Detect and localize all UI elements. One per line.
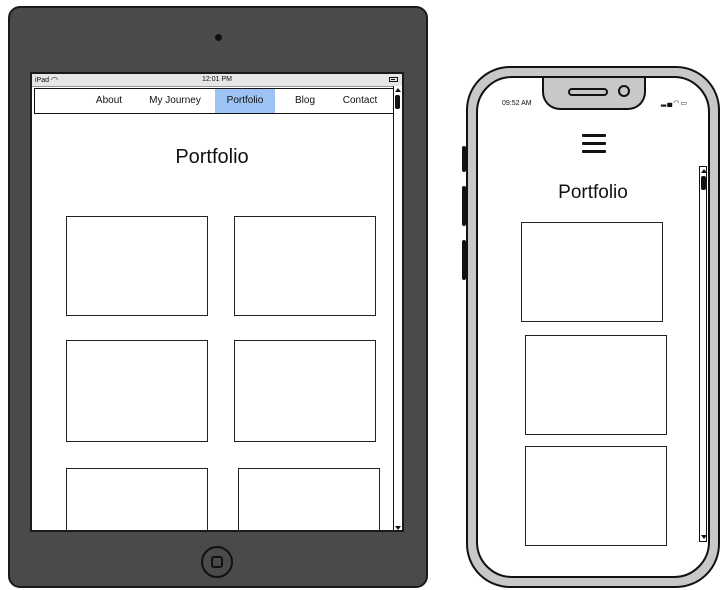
phone-screen: 09:52 AM ▂▄◠▭ Portfolio [476, 76, 710, 578]
status-time: 12:01 PM [202, 76, 232, 83]
scroll-up-arrow-icon[interactable] [701, 169, 707, 173]
tablet-screen: iPad ◠ 12:01 PM About My Journey Portfoli… [30, 72, 404, 532]
phone-side-button [462, 240, 466, 280]
tablet-camera [215, 34, 222, 41]
home-button[interactable] [201, 546, 233, 578]
scroll-thumb[interactable] [701, 176, 706, 190]
portfolio-item[interactable] [66, 340, 208, 442]
phone-scrollbar[interactable] [699, 166, 707, 542]
nav-item-about[interactable]: About [87, 89, 131, 113]
status-time: 09:52 AM [502, 100, 532, 107]
tablet-status-bar: iPad ◠ 12:01 PM [32, 74, 402, 87]
nav-item-contact[interactable]: Contact [335, 89, 385, 113]
status-icons: ▂▄◠▭ [661, 99, 688, 107]
portfolio-item[interactable] [66, 216, 208, 316]
nav-item-portfolio[interactable]: Portfolio [215, 89, 275, 113]
signal-icon: ▂▄ [660, 100, 674, 107]
portfolio-item[interactable] [521, 222, 663, 322]
hamburger-menu-icon[interactable] [582, 134, 606, 154]
scroll-down-arrow-icon[interactable] [395, 526, 401, 530]
tablet-nav-bar: About My Journey Portfolio Blog Contact [34, 88, 394, 114]
phone-side-button [462, 146, 466, 172]
tablet-scrollbar[interactable] [393, 86, 402, 530]
portfolio-item[interactable] [525, 446, 667, 546]
nav-item-blog[interactable]: Blog [283, 89, 327, 113]
camera-icon [618, 85, 630, 97]
speaker-icon [568, 88, 608, 96]
battery-icon [389, 77, 398, 82]
portfolio-item[interactable] [234, 216, 376, 316]
phone-notch [542, 78, 646, 110]
phone-frame: 09:52 AM ▂▄◠▭ Portfolio [462, 66, 720, 588]
page-title: Portfolio [558, 182, 628, 203]
page-title: Portfolio [175, 146, 249, 168]
portfolio-item[interactable] [66, 468, 208, 530]
portfolio-item[interactable] [234, 340, 376, 442]
tablet-frame: iPad ◠ 12:01 PM About My Journey Portfoli… [8, 6, 428, 588]
scroll-thumb[interactable] [395, 95, 400, 109]
scroll-up-arrow-icon[interactable] [395, 88, 401, 92]
battery-icon: ▭ [680, 100, 688, 107]
portfolio-item[interactable] [238, 468, 380, 530]
scroll-down-arrow-icon[interactable] [701, 535, 707, 539]
nav-item-my-journey[interactable]: My Journey [145, 89, 205, 113]
portfolio-item[interactable] [525, 335, 667, 435]
phone-side-button [462, 186, 466, 226]
